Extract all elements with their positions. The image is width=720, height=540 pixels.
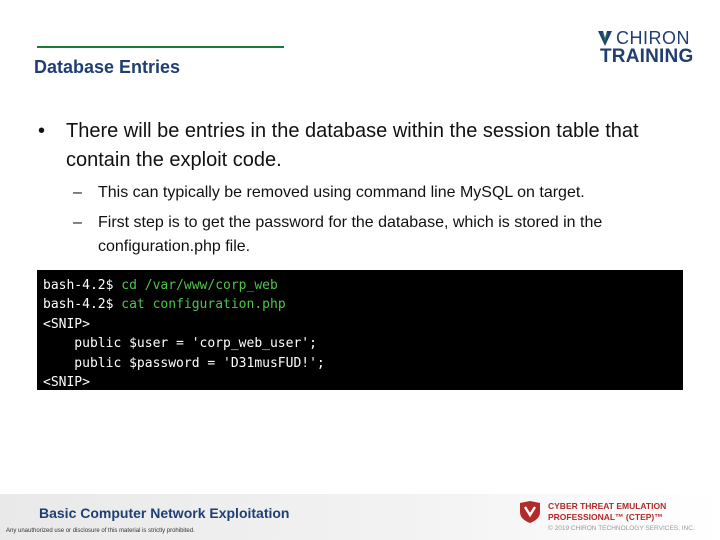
title-underline: [37, 46, 284, 48]
bullet-sub2-text: First step is to get the password for th…: [98, 214, 603, 255]
terminal-command: cd /var/www/corp_web: [121, 278, 278, 293]
bullet-dash-icon: –: [73, 184, 82, 201]
bullet-sub: – First step is to get the password for …: [30, 211, 690, 259]
bullet-main-text: There will be entries in the database wi…: [66, 120, 639, 171]
terminal-prompt: bash-4.2$: [43, 278, 122, 293]
bullet-sub1-text: This can typically be removed using comm…: [98, 184, 585, 201]
chiron-training-logo: CHIRON TRAINING: [596, 28, 696, 68]
ctep-line2: PROFESSIONAL™ (CTEP)™: [548, 512, 663, 522]
footer-course-title: Basic Computer Network Exploitation: [39, 505, 290, 521]
bullet-dash-icon: –: [73, 214, 82, 231]
ctep-line1: CYBER THREAT EMULATION: [548, 501, 667, 511]
chiron-logo-icon: [598, 31, 612, 46]
terminal-line: <SNIP>: [43, 316, 90, 332]
terminal-output: bash-4.2$ cd /var/www/corp_web bash-4.2$…: [37, 270, 683, 390]
bullet-main: • There will be entries in the database …: [30, 117, 690, 175]
ctep-shield-icon: [520, 501, 540, 523]
logo-line2: TRAINING: [600, 46, 694, 67]
footer-copyright: © 2019 CHIRON TECHNOLOGY SERVICES, INC.: [548, 525, 695, 532]
bullet-dot-icon: •: [38, 120, 46, 142]
slide-title: Database Entries: [34, 57, 181, 77]
terminal-line: <SNIP>: [43, 374, 90, 390]
terminal-line: bash-4.2$ cat configuration.php: [43, 295, 677, 314]
terminal-line: public $user = 'corp_web_user';: [43, 336, 317, 352]
terminal-prompt: bash-4.2$: [43, 297, 122, 313]
bullet-sub: – This can typically be removed using co…: [30, 181, 690, 205]
terminal-line: bash-4.2$ cd /var/www/corp_web: [43, 276, 677, 295]
terminal-line: public $password = 'D31musFUD!';: [43, 355, 325, 371]
bullet-list: • There will be entries in the database …: [30, 117, 690, 259]
ctep-title: CYBER THREAT EMULATION PROFESSIONAL™ (CT…: [548, 501, 666, 523]
terminal-command: cat configuration.php: [121, 297, 286, 313]
footer-legal-notice: Any unauthorized use or disclosure of th…: [6, 528, 195, 534]
